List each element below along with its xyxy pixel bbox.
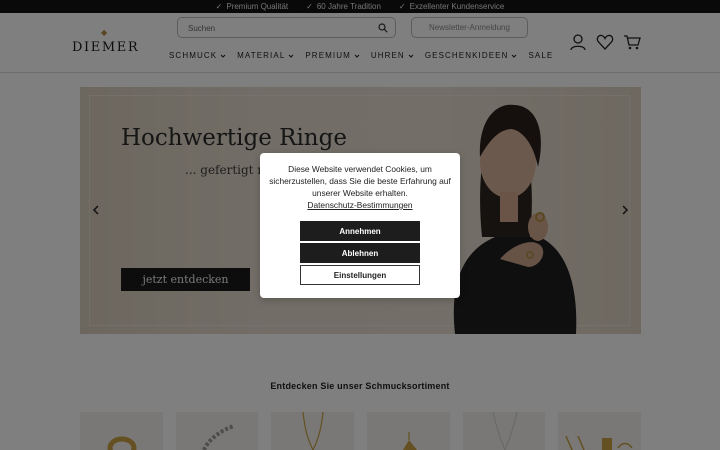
decline-button[interactable]: Ablehnen [300,243,420,263]
privacy-link[interactable]: Datenschutz-Bestimmungen [260,200,460,210]
accept-button[interactable]: Annehmen [300,221,420,241]
cookie-dialog: Diese Website verwendet Cookies, um sich… [260,153,460,298]
settings-button[interactable]: Einstellungen [300,265,420,285]
cookie-text: Diese Website verwendet Cookies, um sich… [269,164,451,198]
